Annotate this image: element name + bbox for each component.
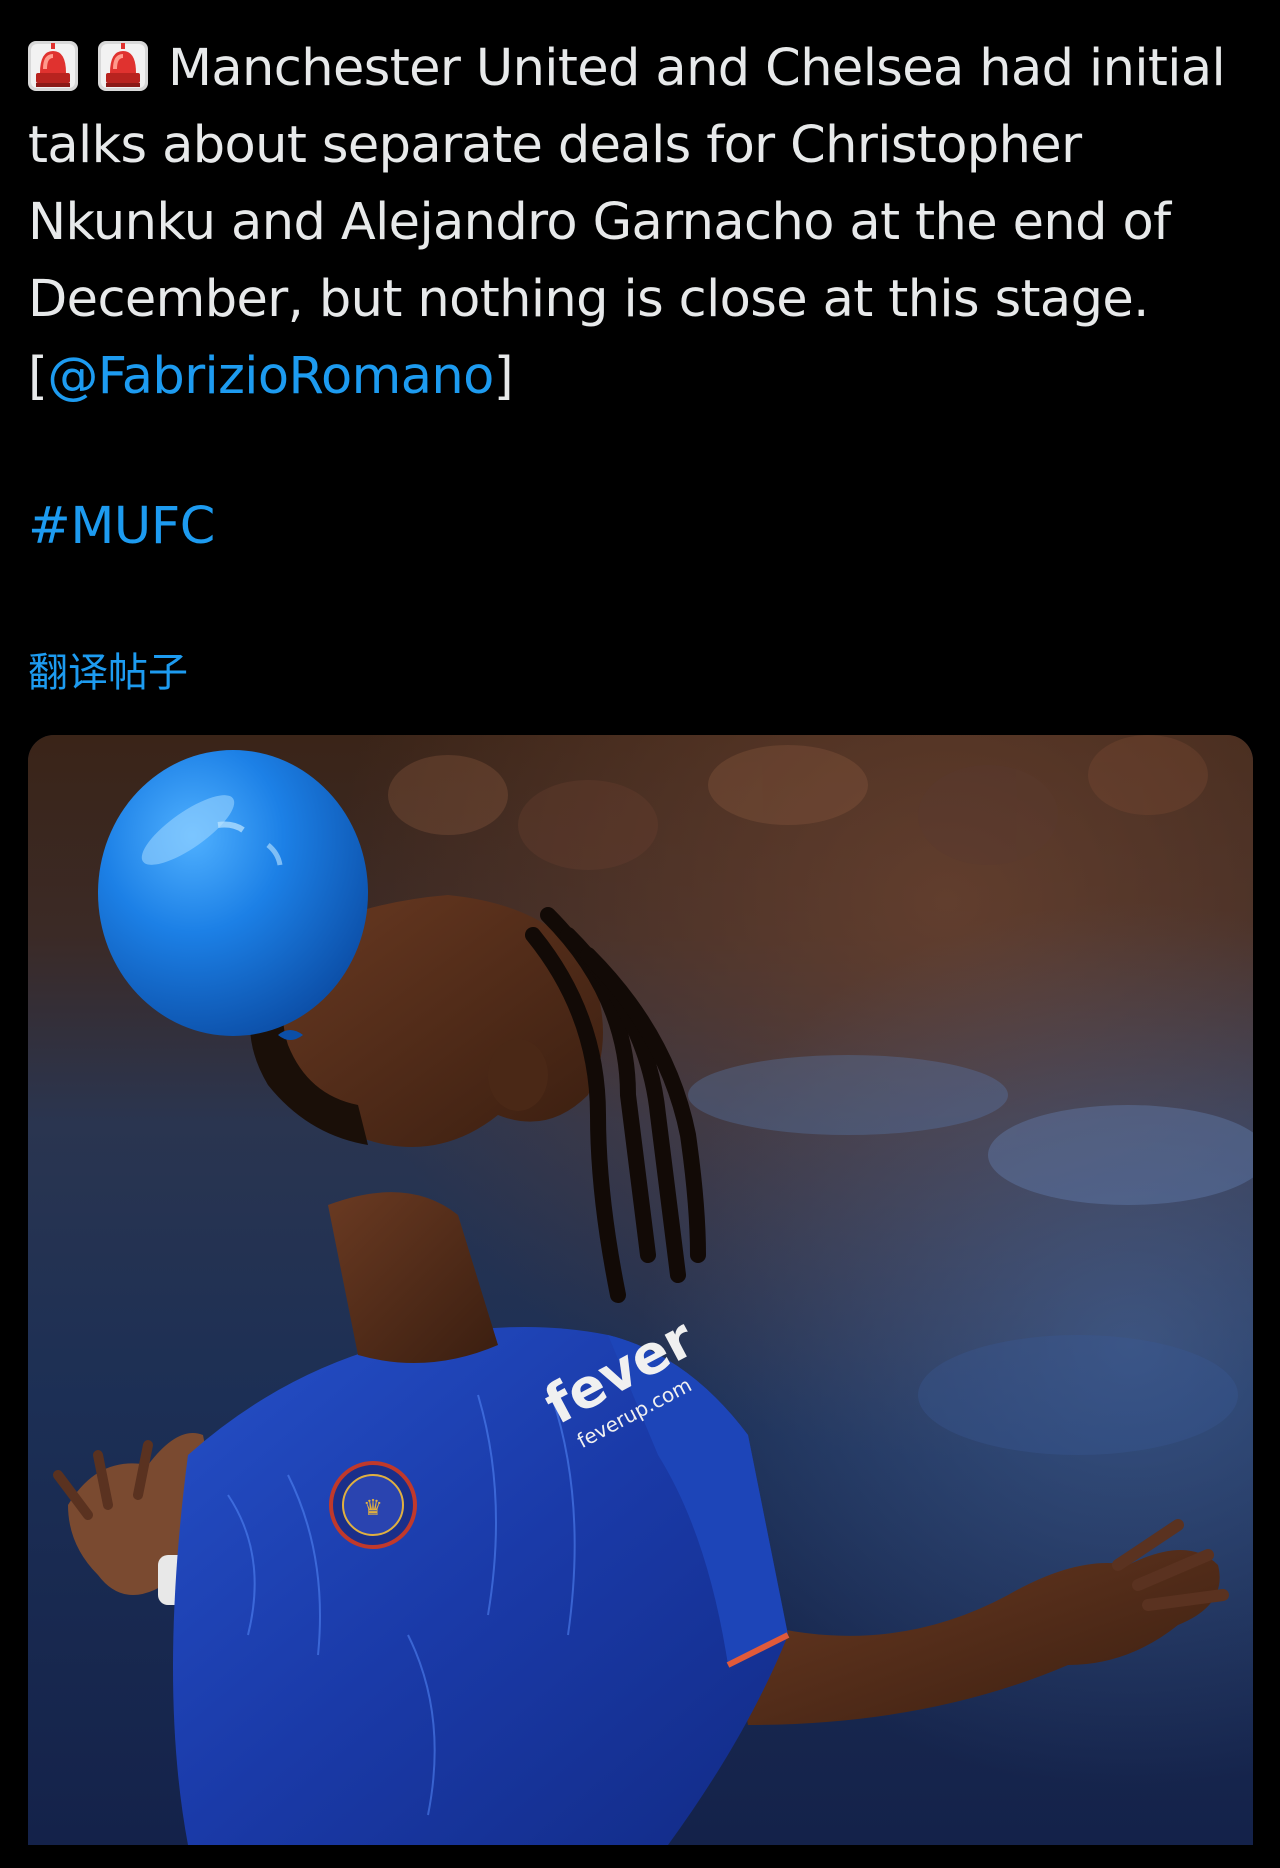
tweet-media-image[interactable]: ♛ fever feverup.com bbox=[28, 735, 1253, 1845]
hashtag-link[interactable]: #MUFC bbox=[28, 497, 215, 556]
translate-post-link[interactable]: 翻译帖子 bbox=[28, 645, 188, 701]
police-car-light-icon bbox=[98, 39, 148, 91]
svg-text:♛: ♛ bbox=[363, 1496, 383, 1521]
source-open-bracket: [ bbox=[28, 347, 48, 406]
tweet-body: Manchester United and Chelsea had initia… bbox=[28, 39, 1226, 329]
mention-link[interactable]: @FabrizioRomano bbox=[47, 347, 494, 406]
police-car-light-icon bbox=[28, 39, 78, 91]
bottom-edge bbox=[0, 1845, 1280, 1868]
source-close-bracket: ] bbox=[493, 347, 514, 406]
hashtag-line: #MUFC bbox=[28, 492, 215, 562]
tweet-text: Manchester United and Chelsea had initia… bbox=[28, 30, 1258, 415]
